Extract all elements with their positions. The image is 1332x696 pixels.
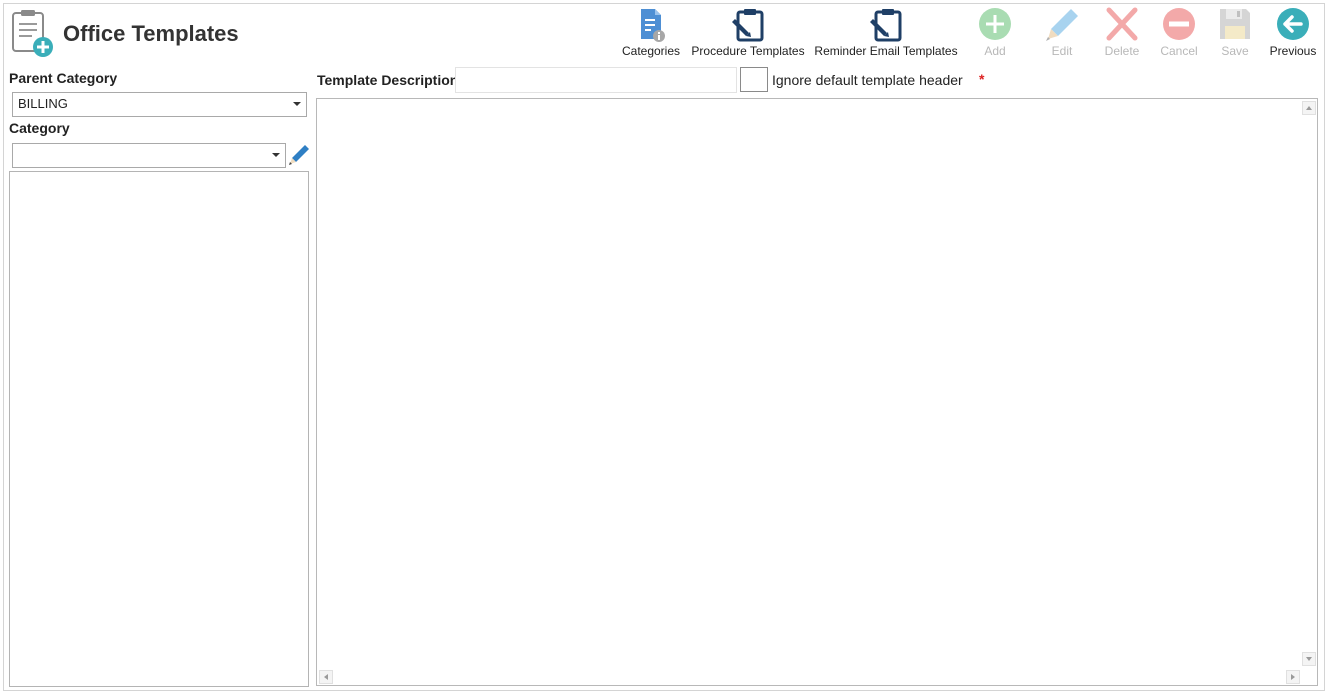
save-button[interactable]: Save [1215, 7, 1255, 63]
procedure-templates-label: Procedure Templates [691, 44, 805, 58]
cancel-label: Cancel [1160, 44, 1198, 58]
previous-label: Previous [1269, 44, 1317, 58]
procedure-templates-button[interactable]: Procedure Templates [690, 7, 806, 63]
cancel-icon [1163, 8, 1195, 40]
floppy-disk-icon [1220, 9, 1250, 39]
category-list[interactable] [9, 171, 309, 687]
categories-button[interactable]: Categories [620, 7, 682, 63]
delete-label: Delete [1104, 44, 1140, 58]
scroll-down-button[interactable] [1302, 652, 1316, 666]
parent-category-select[interactable]: BILLING [12, 92, 307, 117]
clipboard-pen-icon [732, 9, 764, 42]
horizontal-scrollbar[interactable] [317, 669, 1302, 685]
arrow-down-icon [1306, 657, 1312, 661]
document-info-icon [641, 9, 665, 42]
scroll-up-button[interactable] [1302, 101, 1316, 115]
back-arrow-icon [1277, 8, 1309, 40]
arrow-left-icon [324, 674, 328, 680]
arrow-right-icon [1291, 674, 1295, 680]
required-marker: * [979, 71, 985, 87]
page-title: Office Templates [63, 21, 239, 46]
office-templates-icon [12, 10, 53, 57]
ignore-header-label: Ignore default template header [772, 72, 963, 88]
template-description-label: Template Description [317, 72, 459, 88]
template-editor[interactable] [316, 98, 1318, 686]
vertical-scrollbar[interactable] [1301, 99, 1317, 668]
edit-category-pencil-icon[interactable] [288, 144, 310, 166]
scroll-left-button[interactable] [319, 670, 333, 684]
edit-button[interactable]: Edit [1040, 7, 1084, 63]
delete-button[interactable]: Delete [1100, 7, 1144, 63]
arrow-up-icon [1306, 106, 1312, 110]
add-button[interactable]: Add [974, 7, 1016, 63]
clipboard-pen-icon [870, 9, 902, 42]
category-label: Category [9, 120, 70, 136]
previous-button[interactable]: Previous [1266, 7, 1320, 63]
reminder-email-templates-label: Reminder Email Templates [814, 44, 958, 58]
save-label: Save [1221, 44, 1249, 58]
ignore-header-checkbox[interactable] [740, 67, 768, 92]
categories-label: Categories [621, 44, 681, 58]
cancel-button[interactable]: Cancel [1157, 7, 1201, 63]
chevron-down-icon [293, 102, 301, 106]
add-icon [979, 8, 1011, 40]
edit-label: Edit [1051, 44, 1073, 58]
reminder-email-templates-button[interactable]: Reminder Email Templates [814, 7, 958, 63]
parent-category-label: Parent Category [9, 70, 118, 86]
template-description-input[interactable] [455, 67, 737, 93]
pencil-icon [1046, 9, 1078, 41]
category-select[interactable] [12, 143, 286, 168]
scroll-right-button[interactable] [1286, 670, 1300, 684]
parent-category-value: BILLING [18, 96, 68, 111]
chevron-down-icon [272, 153, 280, 157]
delete-x-icon [1106, 7, 1138, 41]
add-label: Add [984, 44, 1006, 58]
